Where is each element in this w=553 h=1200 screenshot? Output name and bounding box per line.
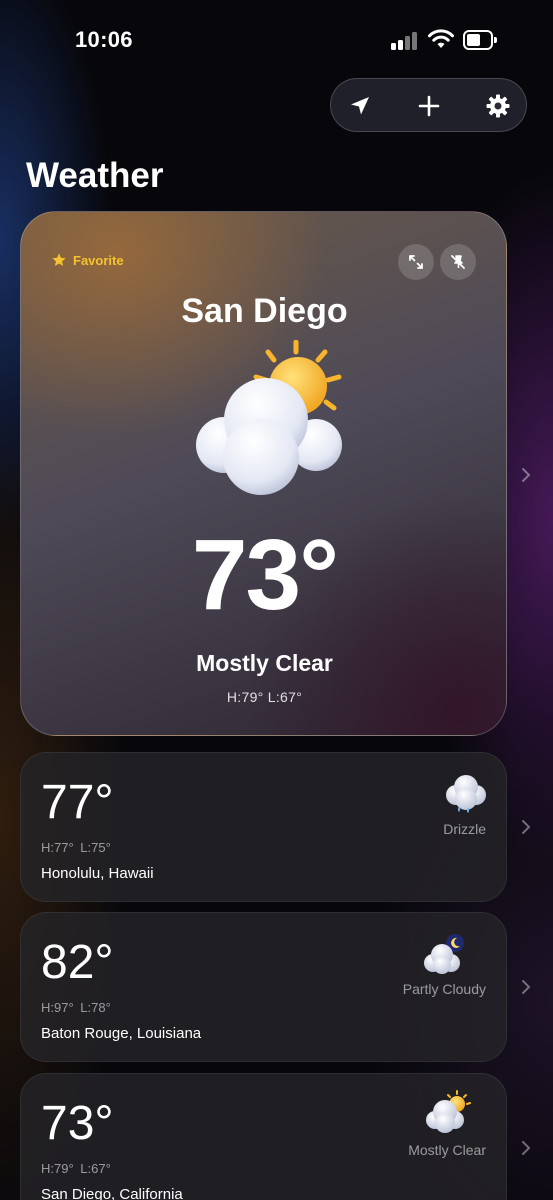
location-temperature: 73° <box>41 1097 114 1150</box>
expand-icon[interactable] <box>398 244 434 280</box>
location-name: San Diego, California <box>41 1186 183 1200</box>
location-high-low: H:79° L:67° <box>41 1161 111 1176</box>
drizzle-icon <box>446 775 486 813</box>
favorite-label: Favorite <box>73 252 124 268</box>
partly-cloudy-night-icon <box>424 934 464 974</box>
partly-sunny-icon <box>196 340 342 495</box>
hero-temperature: 73° <box>191 519 339 631</box>
location-name: Honolulu, Hawaii <box>41 865 154 882</box>
hero-high-low: H:79° L:67° <box>226 689 303 705</box>
partly-sunny-icon <box>426 1090 471 1133</box>
location-high-low: H:77° L:75° <box>41 840 111 855</box>
unpin-icon[interactable] <box>440 244 476 280</box>
plus-icon[interactable] <box>412 89 446 123</box>
location-arrow-icon[interactable] <box>343 89 377 123</box>
status-bar: 10:06 <box>0 0 553 80</box>
hero-weather-card[interactable]: Favorite San Diego 73° Mostly Clear H:79… <box>20 211 507 736</box>
location-card[interactable]: 77° H:77° L:75° Honolulu, Hawaii Drizzle <box>20 752 507 902</box>
location-high-low: H:97° L:78° <box>41 1000 111 1015</box>
location-temperature: 82° <box>41 936 114 989</box>
gear-icon[interactable] <box>481 89 515 123</box>
battery-icon <box>463 30 497 50</box>
chevron-right-icon[interactable] <box>521 979 531 995</box>
cellular-signal-icon <box>391 32 421 50</box>
location-condition: Drizzle <box>443 821 486 837</box>
chevron-right-icon[interactable] <box>521 1140 531 1156</box>
star-icon <box>52 253 66 266</box>
location-card[interactable]: 73° H:79° L:67° San Diego, California Mo… <box>20 1073 507 1200</box>
location-condition: Mostly Clear <box>408 1142 486 1158</box>
location-temperature: 77° <box>41 776 114 829</box>
favorite-badge: Favorite <box>51 252 124 268</box>
location-card[interactable]: 82° H:97° L:78° Baton Rouge, Louisiana P… <box>20 912 507 1062</box>
page-title: Weather <box>26 156 164 195</box>
status-time: 10:06 <box>75 27 133 52</box>
chevron-right-icon[interactable] <box>521 819 531 835</box>
location-name: Baton Rouge, Louisiana <box>41 1025 202 1042</box>
hero-condition: Mostly Clear <box>196 650 333 676</box>
chevron-right-icon[interactable] <box>521 467 531 483</box>
location-condition: Partly Cloudy <box>402 981 486 997</box>
wifi-icon <box>428 29 454 48</box>
hero-city: San Diego <box>181 292 348 330</box>
top-toolbar <box>330 78 527 132</box>
